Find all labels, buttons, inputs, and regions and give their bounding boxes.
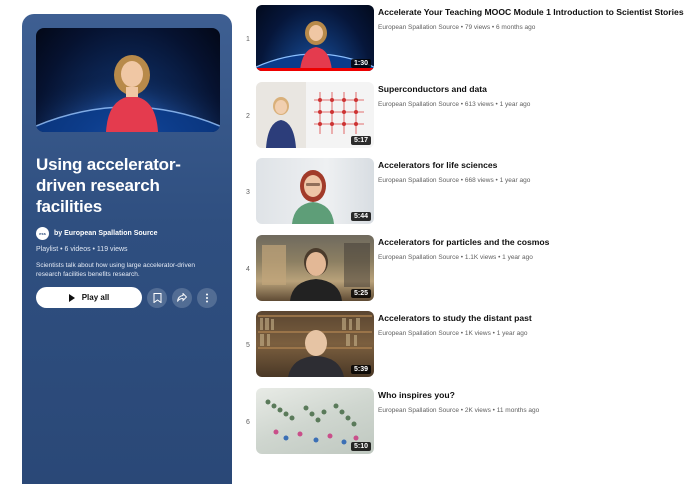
share-button[interactable]: [172, 287, 192, 308]
playlist-owner[interactable]: ess by European Spallation Source: [36, 227, 218, 240]
video-title[interactable]: Who inspires you?: [378, 390, 696, 400]
video-row[interactable]: 6 5:10 Who inspires you? European Spalla…: [232, 387, 697, 464]
video-index: 5: [246, 342, 250, 349]
video-thumbnail[interactable]: 5:17: [256, 81, 374, 148]
playlist-panel: Using accelerator-driven research facili…: [22, 14, 232, 484]
video-duration: 1:30: [350, 59, 371, 68]
playlist-title: Using accelerator-driven research facili…: [36, 155, 181, 216]
video-thumbnail[interactable]: 5:10: [256, 387, 374, 454]
more-icon: [206, 293, 208, 302]
video-index: 2: [246, 112, 250, 120]
video-thumbnail[interactable]: 5:25: [256, 234, 374, 301]
video-duration: 5:17: [350, 135, 371, 145]
play-icon: [68, 293, 75, 302]
video-meta: European Spallation Source • 613 views •…: [378, 100, 531, 108]
video-title[interactable]: Accelerators to study the distant past: [378, 313, 696, 323]
video-duration: 5:10: [350, 441, 371, 451]
more-button[interactable]: [197, 287, 217, 308]
hero-illustration: [36, 28, 220, 132]
video-thumbnail[interactable]: 5:39: [256, 311, 374, 377]
video-meta: European Spallation Source • 1K views • …: [378, 330, 528, 337]
owner-label[interactable]: by European Spallation Source: [54, 230, 157, 237]
video-duration: 5:25: [350, 288, 371, 298]
video-index: 3: [246, 189, 250, 196]
playlist-actions: Play all: [36, 287, 218, 308]
video-index: 4: [246, 265, 250, 273]
video-title[interactable]: Superconductors and data: [378, 84, 696, 94]
video-meta: European Spallation Source • 1.1K views …: [378, 253, 533, 261]
video-meta: European Spallation Source • 668 views •…: [378, 177, 531, 184]
video-row[interactable]: 5 5:39 Accelerators to study the distant…: [232, 310, 697, 387]
playlist-video-list: 1 1:30 Accelerate Your Teaching MOOC Mod…: [232, 4, 697, 463]
playlist-description: Scientists talk about how using large ac…: [36, 262, 195, 278]
playlist-hero-thumbnail[interactable]: [36, 28, 220, 132]
watch-progress-bar: [256, 68, 374, 71]
video-title[interactable]: Accelerators for particles and the cosmo…: [378, 237, 696, 247]
channel-avatar[interactable]: ess: [36, 227, 49, 240]
play-all-label: Play all: [81, 293, 110, 302]
video-row[interactable]: 2 5:17 Superconductors and data European…: [232, 81, 697, 158]
save-button[interactable]: [147, 287, 167, 308]
video-title[interactable]: Accelerate Your Teaching MOOC Module 1 I…: [378, 7, 696, 17]
video-row[interactable]: 1 1:30 Accelerate Your Teaching MOOC Mod…: [232, 4, 697, 81]
save-icon: [153, 292, 161, 303]
video-row[interactable]: 3 5:44 Accelerators for life sciences Eu…: [232, 157, 697, 234]
video-duration: 5:39: [350, 365, 371, 374]
video-meta: European Spallation Source • 2K views • …: [378, 406, 540, 414]
video-title[interactable]: Accelerators for life sciences: [378, 160, 696, 170]
video-thumbnail[interactable]: 1:30: [256, 5, 374, 71]
video-meta: European Spallation Source • 79 views • …: [378, 24, 536, 31]
video-row[interactable]: 4 5:25 Accelerators for particles and th…: [232, 234, 697, 311]
play-all-button[interactable]: Play all: [36, 287, 142, 308]
video-index: 6: [246, 418, 250, 426]
playlist-meta: Playlist • 6 videos • 119 views: [36, 246, 128, 253]
share-icon: [177, 293, 187, 302]
video-thumbnail[interactable]: 5:44: [256, 158, 374, 224]
video-index: 1: [246, 36, 250, 43]
video-duration: 5:44: [350, 212, 371, 221]
